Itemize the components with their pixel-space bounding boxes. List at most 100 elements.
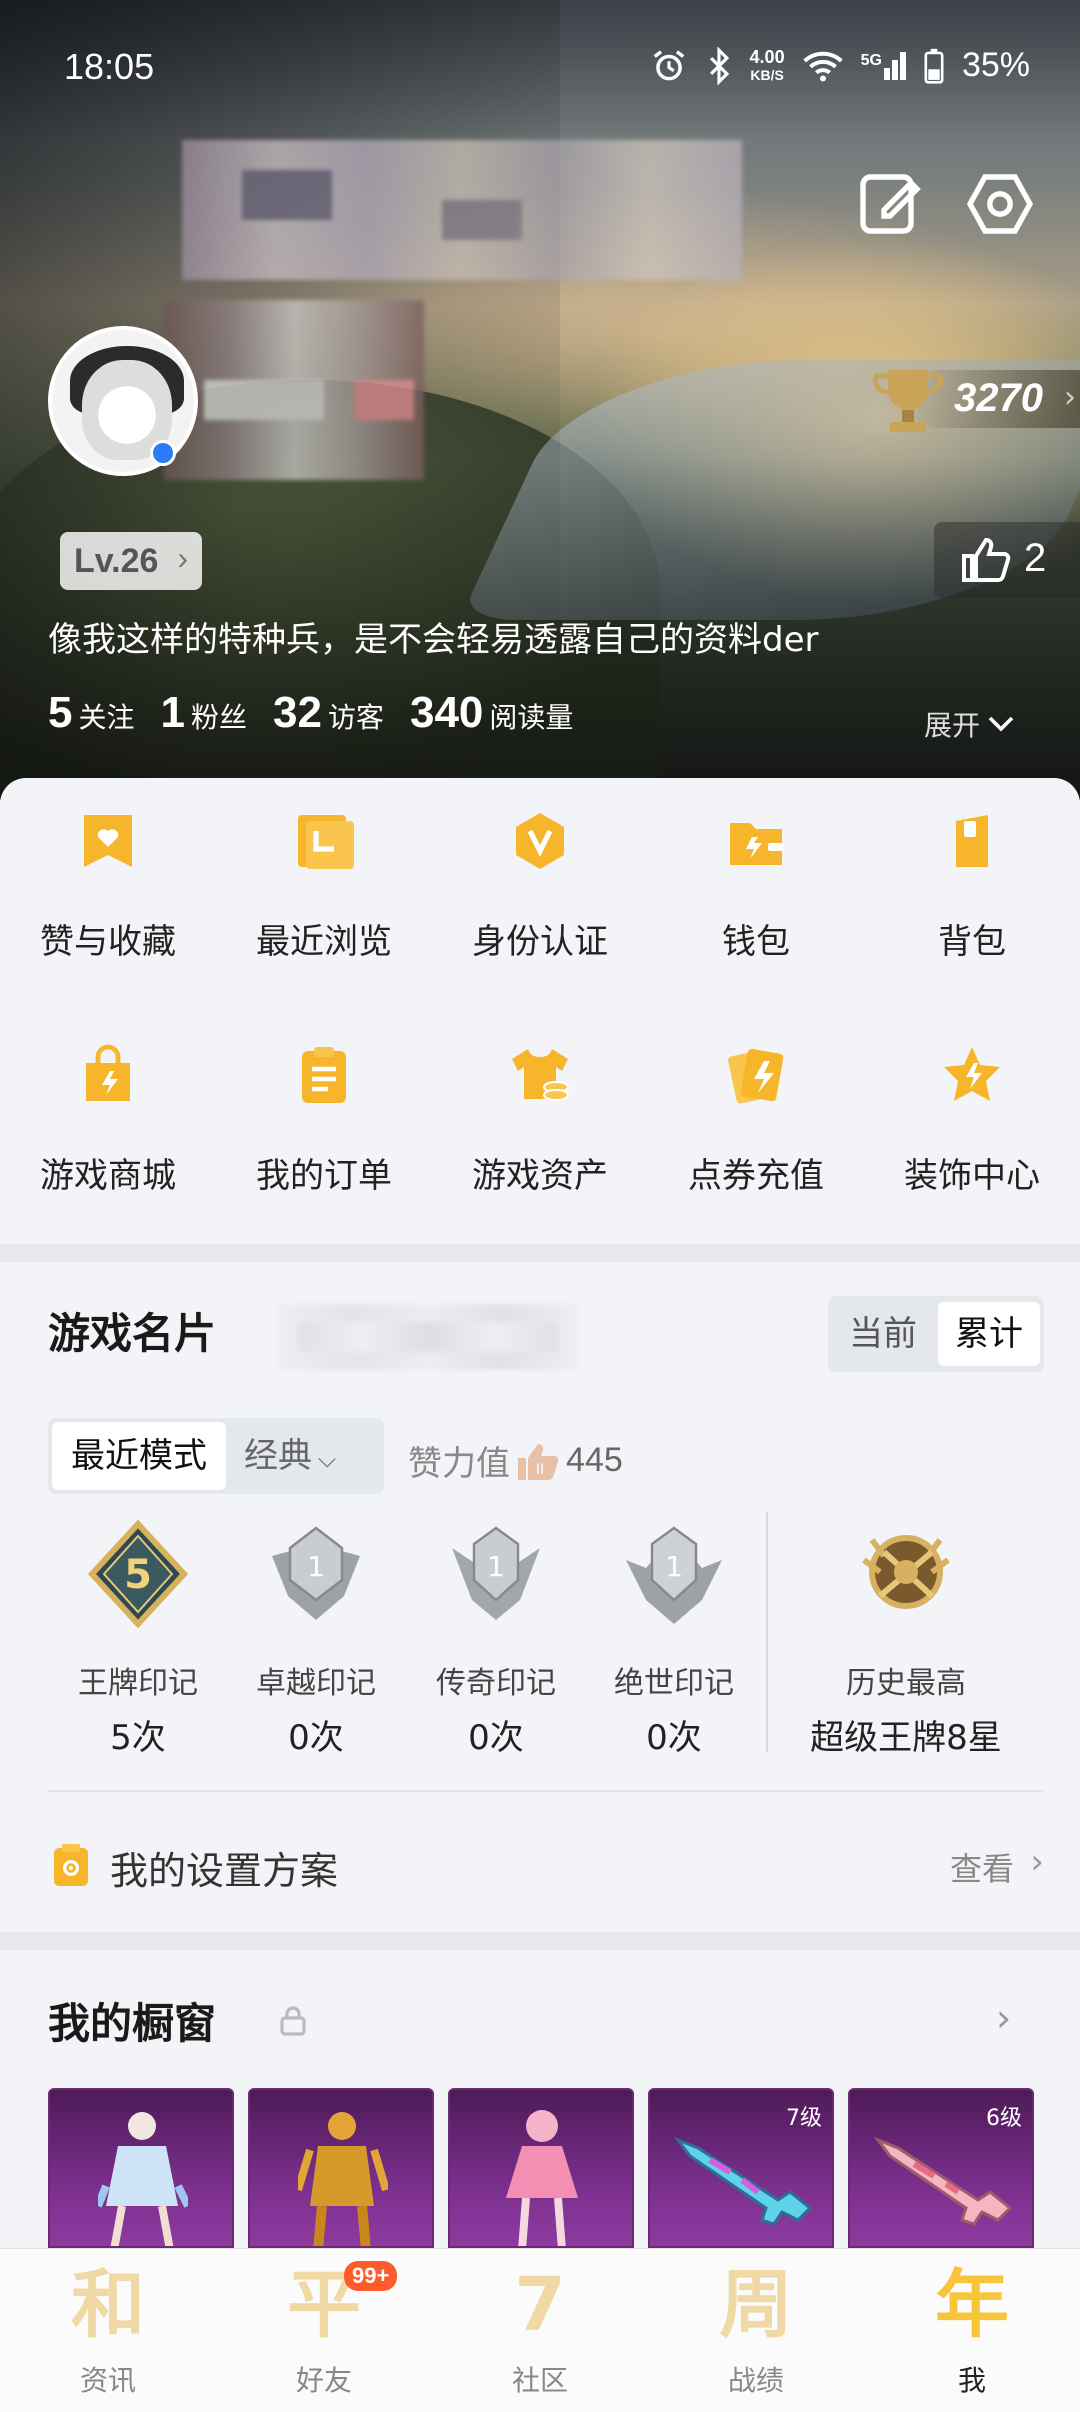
stat-visitors-label[interactable]: 访客 [328, 696, 384, 736]
toggle-current[interactable]: 当前 [832, 1302, 934, 1366]
chevron-right-icon: › [1030, 1842, 1044, 1882]
toggle-cumulative[interactable]: 累计 [938, 1302, 1040, 1366]
profile-stats: 5 关注 1 粉丝 32 访客 340 阅读量 [48, 688, 599, 738]
mode-dropdown[interactable]: 经典 ⌵ [244, 1422, 336, 1490]
feature-likes-favorites[interactable]: 赞与收藏 [0, 778, 216, 962]
expand-label: 展开 [924, 709, 981, 742]
thumbs-up-icon [962, 537, 1011, 582]
nav-label: 战绩 [727, 2364, 784, 2397]
settings-plan-label: 我的设置方案 [110, 1849, 339, 1893]
nav-friends[interactable]: 平 99+ 好友 [216, 2259, 432, 2409]
showcase-item[interactable]: 6级 [848, 2088, 1034, 2248]
silver-badge-icon: 1 [626, 1526, 722, 1624]
recent-mode-label[interactable]: 最近模式 [52, 1422, 226, 1490]
trophy-icon [872, 370, 944, 432]
nav-community[interactable]: 7 社区 [432, 2259, 648, 2409]
mode-value: 经典 [244, 1436, 312, 1476]
chevron-right-icon[interactable]: › [996, 1996, 1011, 2040]
chevron-down-icon: ⌵ [318, 1445, 337, 1473]
svg-text:II: II [536, 1462, 544, 1478]
svg-text:1: 1 [307, 1550, 325, 1583]
vertical-divider [766, 1512, 768, 1752]
game-id-redacted [278, 1304, 578, 1370]
nav-label: 资讯 [79, 2364, 136, 2397]
nav-news-icon: 和 [71, 2262, 145, 2348]
mode-selector: 最近模式 经典 ⌵ [48, 1418, 384, 1494]
silver-badge-icon: 1 [452, 1526, 540, 1620]
feature-my-orders[interactable]: 我的订单 [216, 1012, 432, 1196]
history-best[interactable]: 历史最高 超级王牌8星 [786, 1520, 1026, 1760]
username-redacted [182, 140, 742, 280]
feature-recent-views[interactable]: 最近浏览 [216, 778, 432, 962]
nav-records-icon: 周 [719, 2262, 793, 2348]
backpack-icon [956, 815, 988, 867]
badge-count: 5次 [110, 1718, 166, 1758]
nav-label: 好友 [295, 2364, 352, 2397]
nav-me[interactable]: 年 我 [864, 2259, 1080, 2409]
chevron-down-icon [988, 716, 1014, 732]
net-speed-unit: KB/S [750, 66, 784, 83]
feature-label: 点券充值 [688, 1156, 824, 1196]
weapon-skin-icon [873, 2136, 1013, 2226]
showcase-item[interactable] [248, 2088, 434, 2248]
showcase-item[interactable] [448, 2088, 634, 2248]
silver-badge-icon: 1 [272, 1526, 360, 1620]
like-count: 2 [1024, 536, 1047, 580]
feature-label: 身份认证 [472, 922, 608, 962]
bluetooth-icon [709, 46, 729, 85]
feature-backpack[interactable]: 背包 [864, 778, 1080, 962]
stat-followers-label[interactable]: 粉丝 [191, 696, 247, 736]
badge-excellence[interactable]: 1 卓越印记 0次 [226, 1520, 406, 1760]
thumbs-up-rank-icon: II [518, 1443, 559, 1480]
settings-icon[interactable] [964, 168, 1036, 240]
outfit-figure-icon [98, 2112, 188, 2246]
stat-followers-count[interactable]: 1 [161, 688, 185, 738]
badge-name: 绝世印记 [614, 1666, 734, 1701]
stat-following-label[interactable]: 关注 [78, 696, 134, 736]
feature-voucher-topup[interactable]: 点券充值 [648, 1012, 864, 1196]
stat-reads-label: 阅读量 [489, 701, 574, 734]
feature-game-assets[interactable]: 游戏资产 [432, 1012, 648, 1196]
cell-signal-icon: 5G [860, 51, 906, 80]
trophy-score-value: 3270 [954, 376, 1043, 420]
badge-legend[interactable]: 1 传奇印记 0次 [406, 1520, 586, 1760]
edit-icon[interactable] [854, 168, 926, 240]
svg-text:5: 5 [124, 1552, 152, 1598]
nav-records[interactable]: 周 战绩 [648, 2259, 864, 2409]
nav-news[interactable]: 和 资讯 [0, 2259, 216, 2409]
view-link[interactable]: 查看 [950, 1844, 1014, 1890]
section-divider [0, 1932, 1080, 1950]
settings-clipboard-icon [54, 1844, 88, 1886]
settings-plan-row[interactable]: 我的设置方案 查看 › [48, 1830, 1044, 1900]
network-type: 5G [860, 51, 882, 69]
showcase-item[interactable]: 7级 [648, 2088, 834, 2248]
feature-game-store[interactable]: 游戏商城 [0, 1012, 216, 1196]
stat-reads-count: 340 [409, 688, 484, 737]
heart-folder-icon [84, 815, 132, 867]
like-button[interactable]: 2 [934, 522, 1080, 598]
stat-following-count[interactable]: 5 [48, 688, 72, 738]
badge-ace[interactable]: 5 王牌印记 5次 [48, 1520, 228, 1760]
net-speed: 4.00 [749, 46, 785, 67]
feature-label: 我的订单 [256, 1156, 392, 1196]
item-level: 7级 [786, 2106, 822, 2131]
feature-wallet[interactable]: 钱包 [648, 778, 864, 962]
history-value: 超级王牌8星 [810, 1718, 1002, 1758]
showcase-item[interactable] [48, 2088, 234, 2248]
expand-button[interactable]: 展开 [924, 704, 1014, 744]
stat-visitors-count[interactable]: 32 [273, 688, 322, 738]
level-badge[interactable]: Lv.26 › [60, 532, 202, 590]
outfit-figure-icon [298, 2112, 388, 2246]
trophy-score[interactable]: 3270 › [868, 362, 1080, 436]
feature-decoration-center[interactable]: 装饰中心 [864, 1012, 1080, 1196]
order-clipboard-icon [302, 1047, 346, 1103]
verify-badge-icon [516, 813, 564, 869]
feature-identity-verify[interactable]: 身份认证 [432, 778, 648, 962]
weapon-skin-icon [673, 2136, 813, 2226]
showcase-title: 我的橱窗 [48, 1999, 217, 2048]
badge-peerless[interactable]: 1 绝世印记 0次 [584, 1520, 764, 1760]
bottom-nav: 和 资讯 平 99+ 好友 7 社区 周 战绩 年 我 [0, 2248, 1080, 2412]
status-time: 18:05 [64, 46, 155, 87]
badge-count: 0次 [646, 1718, 702, 1758]
battery-level: 35% [961, 46, 1030, 84]
